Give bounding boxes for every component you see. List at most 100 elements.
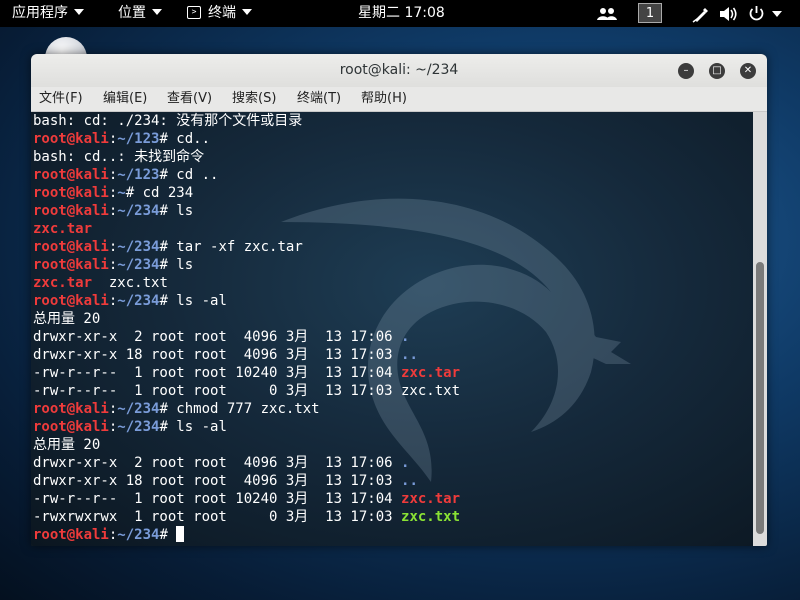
terminal-line: drwxr-xr-x 2 root root 4096 3月 13 17:06 … xyxy=(33,454,460,472)
terminal-line: root@kali:~/234# ls xyxy=(33,202,460,220)
terminal-text-segment: # ls -al xyxy=(159,419,227,435)
scrollbar-thumb[interactable] xyxy=(756,262,764,534)
workspace-indicator[interactable]: 1 xyxy=(638,3,662,23)
terminal-text-segment: # cd .. xyxy=(159,167,219,183)
terminal-text-segment: zxc.txt xyxy=(92,275,168,291)
terminal-line: bash: cd..: 未找到命令 xyxy=(33,148,460,166)
terminal-text-segment: # xyxy=(159,527,177,543)
terminal-line: bash: cd: ./234: 没有那个文件或目录 xyxy=(33,112,460,130)
minimize-icon[interactable]: – xyxy=(678,63,694,79)
terminal-text-segment: -rwxrwxrwx 1 root root 0 3月 13 17:03 xyxy=(33,509,402,525)
terminal-line: root@kali:~# cd 234 xyxy=(33,184,460,202)
clock[interactable]: 星期二 17:08 xyxy=(358,0,445,27)
terminal-text-segment: zxc.tar xyxy=(401,491,461,507)
terminal-line: -rw-r--r-- 1 root root 10240 3月 13 17:04… xyxy=(33,490,460,508)
terminal-line: 总用量 20 xyxy=(33,310,460,328)
terminal-line: root@kali:~/234# ls xyxy=(33,256,460,274)
terminal-line: root@kali:~/234# xyxy=(33,526,460,544)
power-icon[interactable] xyxy=(748,5,765,22)
terminal-text-segment: 总用量 20 xyxy=(33,311,101,327)
terminal-text-segment: # ls xyxy=(159,203,194,219)
terminal-text-segment: ~/234 xyxy=(117,203,160,219)
people-icon[interactable] xyxy=(597,7,617,21)
volume-icon[interactable] xyxy=(719,6,739,22)
terminal-text-segment: zxc.tar xyxy=(33,275,93,291)
terminal-line: zxc.tar zxc.txt xyxy=(33,274,460,292)
terminal-text-segment: ~/234 xyxy=(117,419,160,435)
terminal-text-segment: root@kali xyxy=(33,257,109,273)
terminal-line: drwxr-xr-x 2 root root 4096 3月 13 17:06 … xyxy=(33,328,460,346)
terminal-text-segment: .. xyxy=(401,473,418,489)
terminal-icon: > xyxy=(187,5,201,19)
terminal-line: drwxr-xr-x 18 root root 4096 3月 13 17:03… xyxy=(33,346,460,364)
menu-terminal[interactable]: 终端(T) xyxy=(297,87,341,111)
terminal-text-segment: # chmod 777 zxc.txt xyxy=(159,401,320,417)
terminal-line: root@kali:~/123# cd.. xyxy=(33,130,460,148)
terminal-app-label: 终端 xyxy=(208,5,236,21)
terminal-text-segment: zxc.tar xyxy=(401,365,461,381)
menu-file[interactable]: 文件(F) xyxy=(39,87,83,111)
menu-search[interactable]: 搜索(S) xyxy=(232,87,276,111)
terminal-text-segment: zxc.tar xyxy=(33,221,93,237)
terminal-text-segment: root@kali xyxy=(33,527,109,543)
applications-label: 应用程序 xyxy=(12,5,68,21)
terminal-line: -rwxrwxrwx 1 root root 0 3月 13 17:03 zxc… xyxy=(33,508,460,526)
terminal-text-segment: root@kali xyxy=(33,167,109,183)
terminal-text-segment: . xyxy=(401,329,410,345)
terminal-text-segment: root@kali xyxy=(33,239,109,255)
pen-icon[interactable] xyxy=(692,5,710,23)
terminal-text-segment: root@kali xyxy=(33,131,109,147)
places-menu[interactable]: 位置 xyxy=(118,0,162,27)
places-label: 位置 xyxy=(118,5,146,21)
terminal-line: root@kali:~/234# ls -al xyxy=(33,292,460,310)
terminal-text-segment: # ls -al xyxy=(159,293,227,309)
close-icon[interactable]: ✕ xyxy=(740,63,756,79)
terminal-line: zxc.tar xyxy=(33,220,460,238)
terminal-scrollbar[interactable] xyxy=(753,112,767,546)
terminal-text-segment: # tar -xf zxc.tar xyxy=(159,239,303,255)
terminal-cursor xyxy=(176,526,185,542)
terminal-line: root@kali:~/234# chmod 777 zxc.txt xyxy=(33,400,460,418)
terminal-text-segment: root@kali xyxy=(33,419,109,435)
terminal-text-segment: root@kali xyxy=(33,293,109,309)
terminal-text-segment: zxc.txt xyxy=(401,509,461,525)
applications-menu[interactable]: 应用程序 xyxy=(12,0,84,27)
terminal-text-segment: drwxr-xr-x 18 root root 4096 3月 13 17:03 xyxy=(33,347,402,363)
terminal-text-segment: -rw-r--r-- 1 root root 0 3月 13 17:03 zxc… xyxy=(33,383,461,399)
terminal-text-segment: ~/234 xyxy=(117,239,160,255)
terminal-text-segment: ~/234 xyxy=(117,527,160,543)
terminal-text-segment: # cd.. xyxy=(159,131,211,147)
terminal-text-segment: # ls xyxy=(159,257,194,273)
terminal-text-segment: 总用量 20 xyxy=(33,437,101,453)
menu-bar: 文件(F) 编辑(E) 查看(V) 搜索(S) 终端(T) 帮助(H) xyxy=(31,87,767,112)
window-titlebar[interactable]: root@kali: ~/234 – □ ✕ xyxy=(31,54,767,87)
terminal-line: root@kali:~/123# cd .. xyxy=(33,166,460,184)
maximize-icon[interactable]: □ xyxy=(709,63,725,79)
terminal-text-segment: # cd 234 xyxy=(125,185,194,201)
terminal-window: root@kali: ~/234 – □ ✕ 文件(F) 编辑(E) 查看(V)… xyxy=(31,54,767,546)
terminal-text-segment: .. xyxy=(401,347,418,363)
top-panel: 应用程序 位置 > 终端 星期二 17:08 1 xyxy=(0,0,800,27)
terminal-text-segment: root@kali xyxy=(33,185,109,201)
terminal-app-menu[interactable]: > 终端 xyxy=(187,0,252,27)
terminal-text-segment: root@kali xyxy=(33,401,109,417)
chevron-down-icon xyxy=(242,9,252,15)
chevron-down-icon[interactable] xyxy=(772,11,782,17)
terminal-text-segment: ~/234 xyxy=(117,257,160,273)
terminal-line: -rw-r--r-- 1 root root 10240 3月 13 17:04… xyxy=(33,364,460,382)
terminal-line: 总用量 20 xyxy=(33,436,460,454)
terminal-text-segment: -rw-r--r-- 1 root root 10240 3月 13 17:04 xyxy=(33,491,402,507)
terminal-output[interactable]: bash: cd: ./234: 没有那个文件或目录 root@kali:~/12… xyxy=(31,112,753,546)
terminal-text-segment: ~/123 xyxy=(117,131,160,147)
terminal-text-segment: . xyxy=(401,455,410,471)
terminal-text-segment: drwxr-xr-x 2 root root 4096 3月 13 17:06 xyxy=(33,329,402,345)
menu-edit[interactable]: 编辑(E) xyxy=(103,87,147,111)
terminal-lines: bash: cd: ./234: 没有那个文件或目录 root@kali:~/12… xyxy=(33,112,460,544)
menu-help[interactable]: 帮助(H) xyxy=(361,87,407,111)
terminal-text-segment: -rw-r--r-- 1 root root 10240 3月 13 17:04 xyxy=(33,365,402,381)
terminal-text-segment: ~/123 xyxy=(117,167,160,183)
window-title: root@kali: ~/234 xyxy=(339,62,459,78)
terminal-line: root@kali:~/234# tar -xf zxc.tar xyxy=(33,238,460,256)
menu-view[interactable]: 查看(V) xyxy=(167,87,212,111)
terminal-text-segment: ~ xyxy=(117,185,126,201)
